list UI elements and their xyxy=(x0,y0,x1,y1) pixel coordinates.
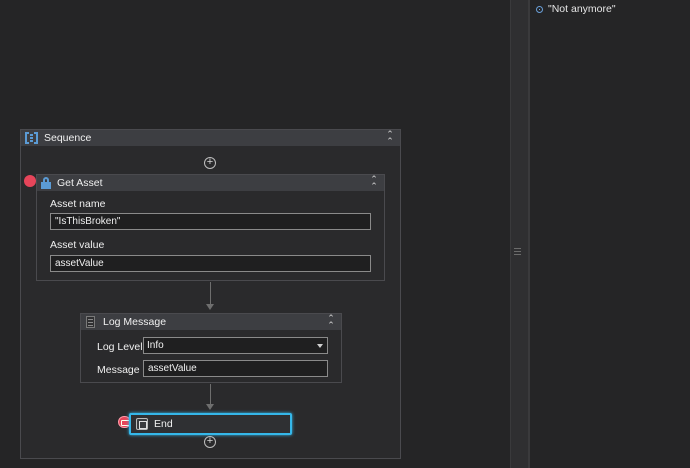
collapse-icon[interactable]: ⌃ ⌃ xyxy=(368,175,380,191)
asset-name-label: Asset name xyxy=(50,198,106,210)
panel-value-text: "Not anymore" xyxy=(548,3,616,15)
get-asset-title: Get Asset xyxy=(57,177,103,189)
add-activity-icon[interactable]: + xyxy=(204,157,216,169)
value-icon xyxy=(536,5,543,13)
connector-arrow-icon xyxy=(206,404,214,410)
add-activity-icon[interactable]: + xyxy=(204,436,216,448)
collapse-icon[interactable]: ⌃ ⌃ xyxy=(325,314,337,330)
log-level-label: Log Level xyxy=(97,341,143,353)
log-message-title: Log Message xyxy=(103,316,167,328)
log-level-select[interactable]: Info xyxy=(143,337,328,354)
breakpoint-icon[interactable] xyxy=(24,175,36,187)
log-message-icon xyxy=(85,316,97,328)
get-asset-header[interactable]: Get Asset ⌃ ⌃ xyxy=(37,175,384,191)
sequence-title: Sequence xyxy=(44,132,92,144)
log-message-activity[interactable]: Log Message ⌃ ⌃ Log Level Info Message as… xyxy=(80,313,342,383)
sequence-icon xyxy=(25,132,38,144)
grip-icon[interactable] xyxy=(514,248,521,257)
collapse-icon[interactable]: ⌃ ⌃ xyxy=(384,130,396,146)
asset-name-field[interactable]: "IsThisBroken" xyxy=(50,213,371,230)
panel-splitter[interactable] xyxy=(510,0,528,468)
connector-arrow-icon xyxy=(206,304,214,310)
end-title: End xyxy=(154,418,173,430)
log-level-value: Info xyxy=(147,340,164,351)
message-label: Message xyxy=(97,364,140,376)
asset-value-label: Asset value xyxy=(50,239,105,251)
connector-line xyxy=(210,384,211,405)
connector-line xyxy=(210,282,211,305)
lock-icon xyxy=(41,177,51,189)
chevron-down-icon[interactable] xyxy=(317,344,323,348)
workflow-designer: Sequence ⌃ ⌃ + Get Asset ⌃ ⌃ Asset name "I… xyxy=(0,0,690,468)
designer-canvas[interactable]: Sequence ⌃ ⌃ + Get Asset ⌃ ⌃ Asset name "I… xyxy=(0,0,510,468)
right-panel: "Not anymore" xyxy=(530,0,690,468)
message-field[interactable]: assetValue xyxy=(143,360,328,377)
log-message-header[interactable]: Log Message ⌃ ⌃ xyxy=(81,314,341,330)
get-asset-activity[interactable]: Get Asset ⌃ ⌃ Asset name "IsThisBroken" A… xyxy=(36,174,385,281)
end-node[interactable]: End xyxy=(129,413,292,435)
end-icon xyxy=(136,418,148,430)
asset-value-field[interactable]: assetValue xyxy=(50,255,371,272)
panel-value-row[interactable]: "Not anymore" xyxy=(536,3,616,15)
sequence-header[interactable]: Sequence ⌃ ⌃ xyxy=(21,130,400,146)
